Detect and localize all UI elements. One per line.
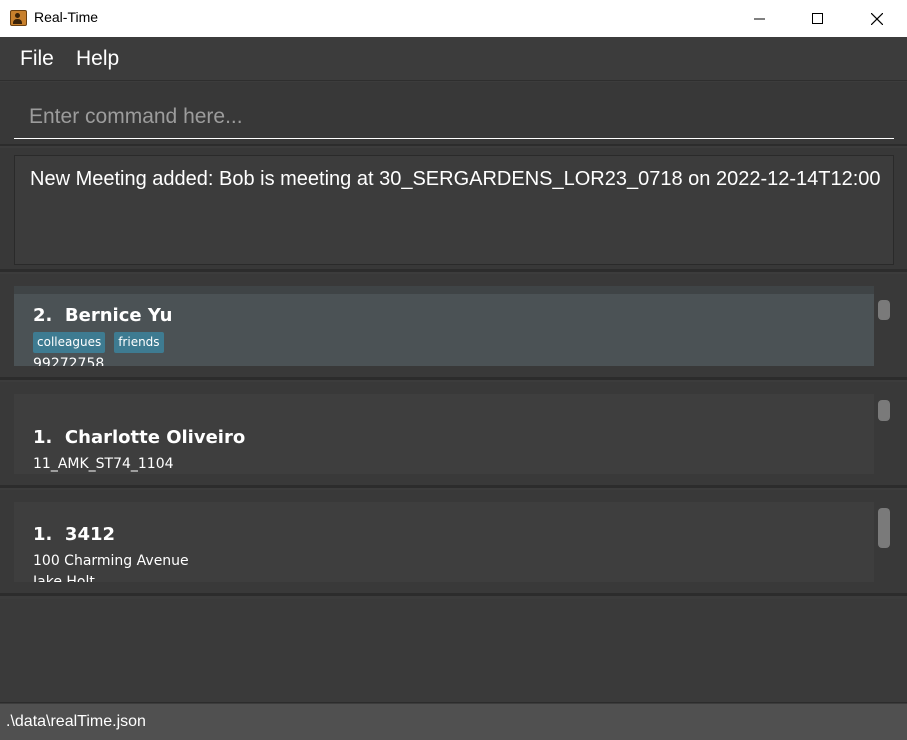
tag-list: colleagues friends [33,332,164,353]
person-list-panel[interactable]: 2. Bernice Yu colleagues friends 9927275… [0,274,907,380]
listing-card-name: Charlotte Oliveiro [64,427,246,448]
offer-card-name: 3412 [64,524,116,545]
minimize-icon [754,18,765,19]
listing-card-index: 1. [33,427,53,448]
minimize-button[interactable] [731,0,789,37]
result-message: New Meeting added: Bob is meeting at 30_… [30,168,881,190]
person-card-name: Bernice Yu [64,305,173,326]
listing-card[interactable]: 1. Charlotte Oliveiro 11_AMK_ST74_1104 [14,394,874,474]
empty-panel [0,599,907,703]
maximize-button[interactable] [789,0,847,37]
offer-card-index: 1. [33,524,53,545]
menu-help[interactable]: Help [76,47,119,71]
command-box [0,82,907,146]
close-button[interactable] [848,0,906,37]
listing-card-title: 1. Charlotte Oliveiro [33,427,245,448]
offer-list-scrollbar[interactable] [878,508,890,548]
tag-colleagues: colleagues [33,332,106,353]
result-display: New Meeting added: Bob is meeting at 30_… [0,148,907,272]
offer-card[interactable]: 1. 3412 100 Charming Avenue Jake Holt [14,502,874,582]
menu-file[interactable]: File [20,47,54,71]
person-card-index: 2. [33,305,53,326]
listing-card-detail: 11_AMK_ST74_1104 [33,456,174,472]
title-bar: Real-Time [0,0,907,37]
window-title: Real-Time [34,9,99,25]
person-list-scrollbar[interactable] [878,300,890,320]
status-file-path: .\data\realTime.json [6,713,146,730]
status-bar: .\data\realTime.json [0,704,907,740]
person-card[interactable]: 2. Bernice Yu colleagues friends 9927275… [14,286,874,366]
listing-list-panel[interactable]: 1. Charlotte Oliveiro 11_AMK_ST74_1104 [0,382,907,488]
maximize-icon [812,12,823,24]
listing-list-scrollbar[interactable] [878,400,890,421]
card-header-strip [14,286,874,294]
offer-card-address: 100 Charming Avenue [33,553,189,569]
result-box[interactable]: New Meeting added: Bob is meeting at 30_… [14,155,894,265]
menu-bar: File Help [0,37,907,81]
person-card-title: 2. Bernice Yu [33,305,172,326]
tag-friends: friends [114,332,164,353]
address-book-icon [10,10,27,26]
offer-card-title: 1. 3412 [33,524,115,545]
close-icon [871,12,883,25]
command-input[interactable] [14,95,894,139]
offer-card-client: Jake Holt [33,574,95,582]
offer-list-panel[interactable]: 1. 3412 100 Charming Avenue Jake Holt [0,490,907,596]
person-card-phone: 99272758 [33,356,105,366]
